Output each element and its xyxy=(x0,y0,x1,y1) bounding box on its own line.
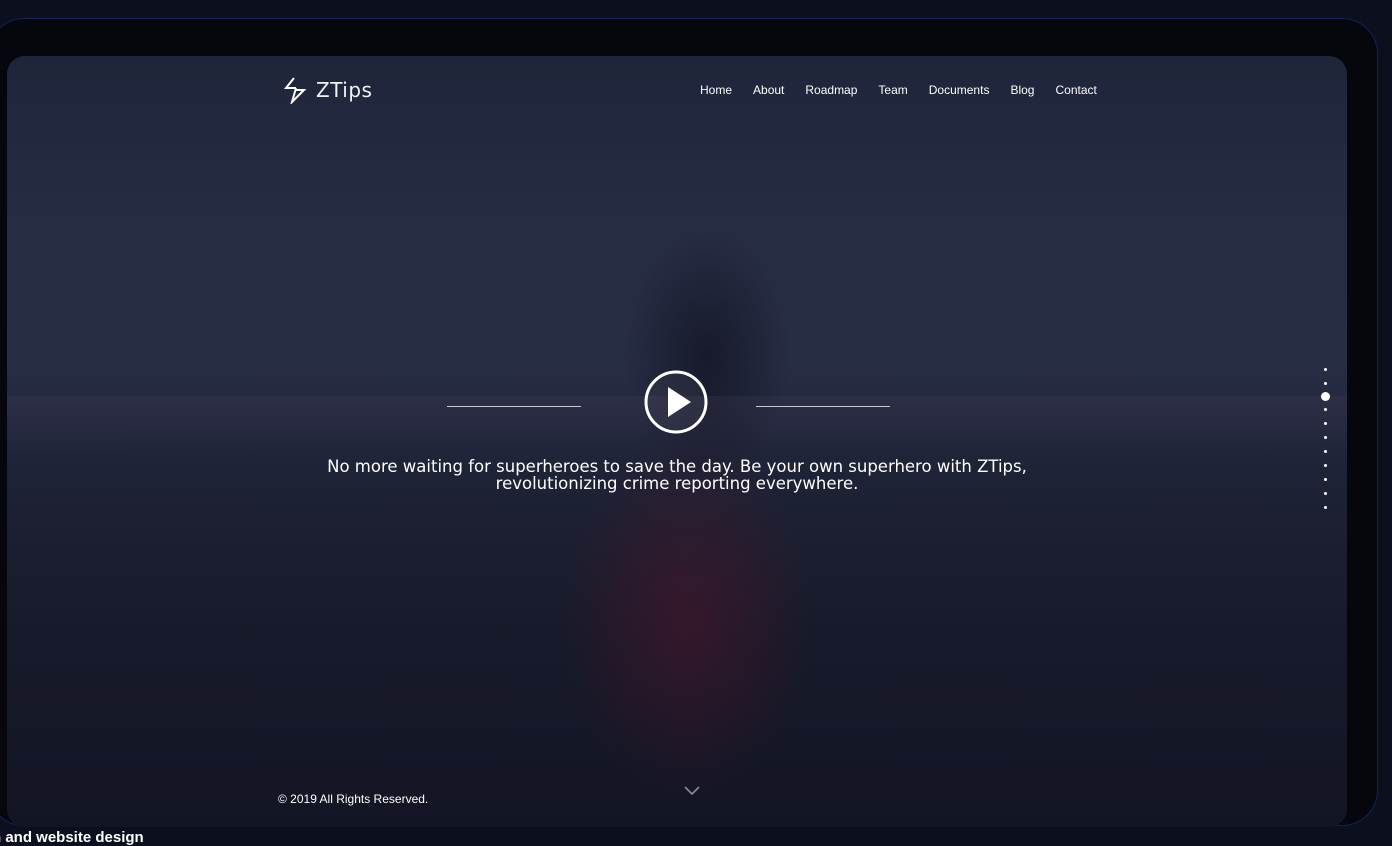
section-pager xyxy=(1319,368,1331,520)
nav-item-team[interactable]: Team xyxy=(878,83,907,97)
pager-dot[interactable] xyxy=(1323,368,1327,371)
chevron-down-icon xyxy=(684,786,700,796)
main-nav: Home About Roadmap Team Documents Blog C… xyxy=(700,83,1118,97)
page-caption: n and website design xyxy=(0,829,144,846)
brand-name: ZTips xyxy=(316,78,373,102)
video-play-area xyxy=(7,370,1347,436)
pager-dot[interactable] xyxy=(1323,382,1327,385)
hero-tagline: No more waiting for superheroes to save … xyxy=(7,458,1347,492)
scroll-down-button[interactable] xyxy=(683,782,701,796)
pager-dot[interactable] xyxy=(1323,506,1327,509)
nav-item-contact[interactable]: Contact xyxy=(1055,83,1096,97)
pager-dot[interactable] xyxy=(1323,478,1327,481)
device-frame: ZTips Home About Roadmap Team Documents … xyxy=(0,18,1378,827)
ztips-bolt-logo-icon xyxy=(282,76,310,104)
pager-dot[interactable] xyxy=(1323,492,1327,495)
pager-dot[interactable] xyxy=(1323,450,1327,453)
footer-copyright: © 2019 All Rights Reserved. xyxy=(278,792,429,806)
nav-item-home[interactable]: Home xyxy=(700,83,732,97)
nav-item-about[interactable]: About xyxy=(753,83,784,97)
tagline-line-1: No more waiting for superheroes to save … xyxy=(327,457,1027,476)
pager-dot[interactable] xyxy=(1323,464,1327,467)
hero-screen: ZTips Home About Roadmap Team Documents … xyxy=(7,56,1347,827)
pager-dot[interactable] xyxy=(1323,422,1327,425)
nav-item-blog[interactable]: Blog xyxy=(1010,83,1034,97)
pager-dot[interactable] xyxy=(1323,436,1327,439)
play-button[interactable] xyxy=(644,370,708,434)
tagline-line-2: revolutionizing crime reporting everywhe… xyxy=(495,474,859,493)
brand-logo[interactable]: ZTips xyxy=(282,76,372,104)
decorative-line-right xyxy=(756,406,890,407)
nav-item-documents[interactable]: Documents xyxy=(929,83,990,97)
decorative-line-left xyxy=(447,406,581,407)
play-circle-icon xyxy=(644,370,708,434)
pager-dot[interactable] xyxy=(1323,408,1327,411)
nav-item-roadmap[interactable]: Roadmap xyxy=(805,83,857,97)
pager-dot-active[interactable] xyxy=(1320,392,1330,401)
